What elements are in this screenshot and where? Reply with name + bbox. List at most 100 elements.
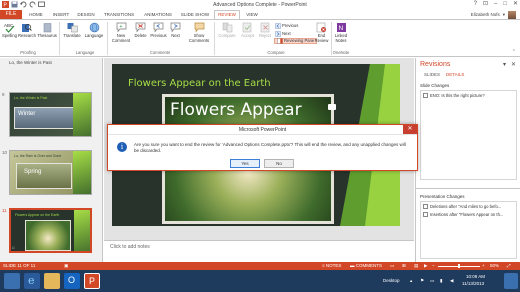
tab-insert[interactable]: INSERT [50, 10, 72, 19]
comment-marker-icon: ◘ [12, 245, 15, 250]
list-item[interactable]: ENO: Is this the right picture? [423, 93, 485, 98]
tab-view[interactable]: VIEW [243, 10, 261, 19]
onenote-icon: N [336, 23, 346, 32]
minimize-button[interactable]: – [494, 1, 497, 8]
tab-review[interactable]: REVIEW [214, 10, 240, 19]
research-button[interactable]: Research [18, 22, 36, 39]
yes-button[interactable]: Yes [230, 159, 260, 168]
tab-slides[interactable]: SLIDES [424, 72, 440, 77]
close-pane-icon[interactable]: ✕ [511, 61, 516, 68]
zoom-slider-thumb[interactable] [458, 264, 460, 268]
checkbox[interactable] [423, 93, 428, 98]
zoom-in-icon[interactable]: + [482, 263, 485, 268]
thumbnail-photo [25, 220, 71, 251]
divider [416, 188, 520, 189]
next-comment-icon [170, 22, 181, 33]
list-item[interactable]: Deletions after "And miles to go befo... [423, 204, 501, 209]
group-separator [59, 22, 60, 55]
ribbon-display-options-icon[interactable]: ⊡ [483, 1, 488, 8]
dialog-close-button[interactable]: ✕ [403, 125, 417, 134]
pane-options-icon[interactable]: ▾ [503, 61, 506, 68]
compare-icon [222, 22, 232, 33]
group-label-proofing: Proofing [20, 50, 36, 55]
collapse-ribbon-icon[interactable]: ⌃ [512, 49, 516, 55]
zoom-out-icon[interactable]: − [432, 263, 435, 268]
dialog-titlebar: Microsoft PowerPoint ✕ [108, 125, 417, 135]
desktop-label[interactable]: Desktop [383, 278, 400, 283]
linked-notes-button[interactable]: N Linked Notes [333, 22, 349, 43]
reject-button[interactable]: Reject [257, 22, 273, 39]
avatar [508, 10, 516, 19]
fit-slide-icon[interactable]: ⤢ [507, 263, 511, 268]
no-button[interactable]: No [264, 159, 294, 168]
show-comments-button[interactable]: Show Comments [186, 22, 212, 43]
clock-date[interactable]: 11/13/2013 [462, 281, 484, 286]
outlook-icon[interactable]: O [64, 273, 80, 289]
close-button[interactable]: ✕ [513, 1, 518, 8]
previous-comment-button[interactable]: Previous [149, 22, 168, 39]
notes-pane[interactable]: Click to add notes [104, 240, 414, 262]
tab-home[interactable]: HOME [26, 10, 46, 19]
thesaurus-button[interactable]: Thesaurus [37, 22, 57, 39]
maximize-button[interactable]: □ [503, 1, 507, 8]
reviewing-pane-icon [277, 38, 283, 44]
tray-arrow-icon[interactable]: ▴ [410, 278, 412, 284]
next-comment-button[interactable]: Next [169, 22, 182, 39]
end-review-button[interactable]: End Review [313, 22, 330, 43]
normal-view-icon[interactable]: ▭ [390, 263, 394, 269]
compare-button[interactable]: Compare [216, 22, 238, 39]
comments-button[interactable]: ▬ COMMENTS [350, 263, 382, 268]
translate-button[interactable]: Translate [62, 22, 82, 39]
tab-animations[interactable]: ANIMATIONS [140, 10, 176, 19]
spellcheck-status-icon[interactable]: ▣ [64, 263, 68, 269]
slide-heading[interactable]: Flowers Appear [170, 100, 302, 120]
slide-show-icon[interactable]: ▶ [424, 263, 427, 269]
reading-view-icon[interactable]: ▤ [414, 263, 418, 269]
accept-button[interactable]: Accept [239, 22, 256, 39]
slide-thumbnail-10[interactable]: Lo, the Rain is Over and Gone Spring [9, 150, 92, 195]
checkbox[interactable] [423, 212, 428, 217]
ie-icon[interactable]: e [24, 273, 40, 289]
language-button[interactable]: Language [84, 22, 104, 39]
user-account[interactable]: Elizabeth Nofs ▾ [471, 10, 516, 19]
spelling-button[interactable]: ABC Spelling [2, 22, 17, 39]
volume-icon[interactable]: ◀ [450, 278, 453, 284]
network-icon[interactable]: ▮ [440, 278, 442, 284]
show-comments-icon [194, 22, 204, 33]
notes-button[interactable]: ≡ NOTES [322, 263, 341, 268]
window-controls: ? ⊡ – □ ✕ [474, 1, 518, 8]
tab-design[interactable]: DESIGN [75, 10, 97, 19]
thumbnail-accent [73, 151, 91, 194]
slide-thumbnail-11[interactable]: Flowers Appear on the Earth ◘ [9, 208, 92, 253]
tab-transitions[interactable]: TRANSITIONS [101, 10, 137, 19]
slide-sorter-icon[interactable]: ⊞ [402, 263, 406, 269]
slide-thumbnail-9[interactable]: Lo, the Winter is Past Winter [9, 92, 92, 137]
revisions-title: Revisions [420, 61, 451, 68]
end-review-icon [316, 22, 326, 33]
powerpoint-taskbar-icon[interactable]: P [84, 273, 100, 289]
tab-slide-show[interactable]: SLIDE SHOW [179, 10, 211, 19]
comment-marker-icon[interactable] [328, 104, 336, 110]
new-comment-button[interactable]: + New Comment [110, 22, 132, 43]
reject-icon [260, 22, 269, 33]
thumbnail-number: 9 [2, 92, 5, 97]
delete-comment-button[interactable]: Delete [133, 22, 148, 39]
previous-change-button[interactable]: Previous [275, 23, 298, 29]
start-icon[interactable] [4, 273, 20, 289]
battery-icon[interactable]: ▭ [430, 278, 434, 284]
user-name: Elizabeth Nofs [470, 12, 500, 17]
slide-title[interactable]: Flowers Appear on the Earth [128, 78, 271, 89]
reviewing-pane-button[interactable]: Reviewing Pane [274, 38, 318, 44]
next-change-button[interactable]: Next [275, 31, 291, 37]
tab-file[interactable]: FILE [0, 10, 22, 19]
flag-icon[interactable]: ⚑ [420, 278, 424, 284]
zoom-level[interactable]: 50% [490, 263, 499, 268]
help-button[interactable]: ? [474, 1, 477, 8]
file-explorer-icon[interactable] [44, 273, 60, 289]
svg-text:N: N [338, 25, 343, 32]
list-item[interactable]: Insertions after "Flowers Appear on th..… [423, 212, 503, 217]
show-desktop-icon[interactable] [504, 273, 518, 289]
clock-time[interactable]: 10:09 AM [466, 274, 485, 279]
tab-details[interactable]: DETAILS [446, 72, 464, 77]
checkbox[interactable] [423, 204, 428, 209]
